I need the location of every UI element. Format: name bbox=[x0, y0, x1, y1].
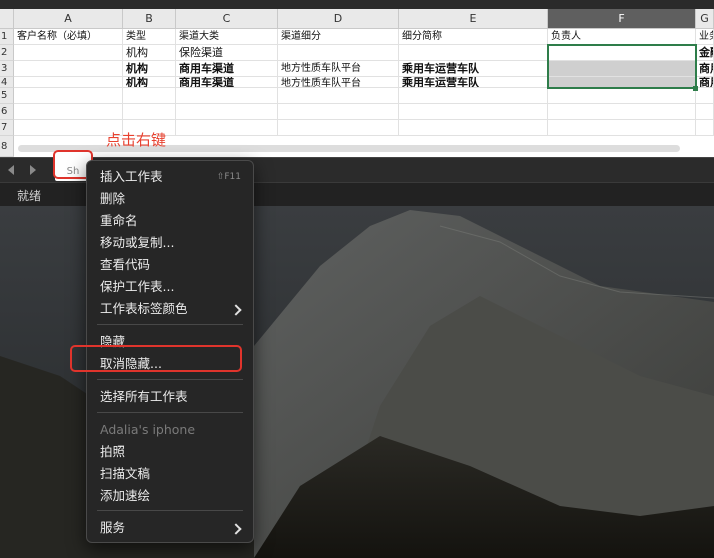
column-header-b[interactable]: B bbox=[123, 9, 176, 29]
cell-f1[interactable]: 负责人 bbox=[548, 29, 696, 45]
menu-item-label: 工作表标签颜色 bbox=[100, 301, 188, 316]
cell-a3[interactable] bbox=[14, 61, 123, 77]
cell-empty[interactable] bbox=[278, 88, 399, 104]
cell-b2[interactable]: 机构 bbox=[123, 45, 176, 61]
menu-item-take-photo[interactable]: 拍照 bbox=[87, 441, 253, 463]
menu-item-label: 服务 bbox=[100, 520, 126, 535]
cell-empty[interactable] bbox=[696, 104, 714, 120]
cell-a1[interactable]: 客户名称（必填） bbox=[14, 29, 123, 45]
row-header-2[interactable]: 2 bbox=[0, 45, 14, 61]
cell-g2[interactable]: 金融 bbox=[696, 45, 714, 61]
column-header-f[interactable]: F bbox=[548, 9, 696, 29]
cell-empty[interactable] bbox=[123, 88, 176, 104]
cell-empty[interactable] bbox=[548, 88, 696, 104]
row-header-3[interactable]: 3 bbox=[0, 61, 14, 77]
menu-item-label: 插入工作表 bbox=[100, 169, 163, 184]
menu-item-tab-color[interactable]: 工作表标签颜色 bbox=[87, 298, 253, 320]
cell-e2[interactable] bbox=[399, 45, 548, 61]
cell-e1[interactable]: 细分简称 bbox=[399, 29, 548, 45]
cell-empty[interactable] bbox=[696, 120, 714, 136]
menu-separator bbox=[97, 412, 243, 413]
highlight-box-unhide bbox=[70, 345, 242, 372]
cell-b4[interactable]: 机构 bbox=[123, 77, 176, 88]
window-top-strip bbox=[0, 0, 714, 9]
column-header-e[interactable]: E bbox=[399, 9, 548, 29]
cell-c1[interactable]: 渠道大类 bbox=[176, 29, 278, 45]
column-header-a[interactable]: A bbox=[14, 9, 123, 29]
cell-empty[interactable] bbox=[14, 88, 123, 104]
cell-empty[interactable] bbox=[176, 88, 278, 104]
cell-b3[interactable]: 机构 bbox=[123, 61, 176, 77]
cell-c4[interactable]: 商用车渠道 bbox=[176, 77, 278, 88]
cell-empty[interactable] bbox=[399, 120, 548, 136]
next-sheet-arrow-icon[interactable] bbox=[30, 165, 36, 175]
cell-g4[interactable]: 商用 bbox=[696, 77, 714, 88]
row-header-7[interactable]: 7 bbox=[0, 120, 14, 136]
cell-g3[interactable]: 商用 bbox=[696, 61, 714, 77]
cell-a4[interactable] bbox=[14, 77, 123, 88]
column-header-c[interactable]: C bbox=[176, 9, 278, 29]
status-ready-label: 就绪 bbox=[17, 189, 42, 203]
cell-e3[interactable]: 乘用车运营车队 bbox=[399, 61, 548, 77]
cell-f4[interactable] bbox=[548, 77, 696, 88]
row-header-5[interactable]: 5 bbox=[0, 88, 14, 104]
column-header-d[interactable]: D bbox=[278, 9, 399, 29]
menu-separator bbox=[97, 510, 243, 511]
row-header-4[interactable]: 4 bbox=[0, 77, 14, 88]
cell-empty[interactable] bbox=[696, 88, 714, 104]
cell-empty[interactable] bbox=[123, 104, 176, 120]
cell-f3[interactable] bbox=[548, 61, 696, 77]
menu-separator bbox=[97, 379, 243, 380]
cell-a2[interactable] bbox=[14, 45, 123, 61]
cell-f2[interactable] bbox=[548, 45, 696, 61]
spreadsheet-grid[interactable]: A B C D E F G 1 2 3 4 5 6 7 8 客户名称（必填） 类… bbox=[0, 9, 714, 157]
cell-e4[interactable]: 乘用车运营车队 bbox=[399, 77, 548, 88]
cell-d2[interactable] bbox=[278, 45, 399, 61]
cell-d3[interactable]: 地方性质车队平台 bbox=[278, 61, 399, 77]
menu-item-delete[interactable]: 删除 bbox=[87, 188, 253, 210]
cell-b1[interactable]: 类型 bbox=[123, 29, 176, 45]
cell-empty[interactable] bbox=[278, 104, 399, 120]
cell-c3[interactable]: 商用车渠道 bbox=[176, 61, 278, 77]
cell-c2[interactable]: 保险渠道 bbox=[176, 45, 278, 61]
previous-sheet-arrow-icon[interactable] bbox=[8, 165, 14, 175]
cell-empty[interactable] bbox=[548, 120, 696, 136]
annotation-right-click: 点击右键 bbox=[106, 131, 167, 149]
cell-empty[interactable] bbox=[14, 104, 123, 120]
menu-separator bbox=[97, 324, 243, 325]
menu-item-select-all-sheets[interactable]: 选择所有工作表 bbox=[87, 386, 253, 408]
select-all-corner[interactable] bbox=[0, 9, 14, 29]
menu-item-scan-documents[interactable]: 扫描文稿 bbox=[87, 463, 253, 485]
cell-empty[interactable] bbox=[176, 104, 278, 120]
cell-empty[interactable] bbox=[278, 120, 399, 136]
menu-item-services[interactable]: 服务 bbox=[87, 517, 253, 539]
cell-empty[interactable] bbox=[399, 88, 548, 104]
menu-header-device: Adalia's iphone bbox=[100, 422, 196, 437]
cell-d4[interactable]: 地方性质车队平台 bbox=[278, 77, 399, 88]
menu-item-rename[interactable]: 重命名 bbox=[87, 210, 253, 232]
column-header-g[interactable]: G bbox=[696, 9, 714, 29]
shortcut-label: ⇧F11 bbox=[216, 172, 241, 182]
chevron-right-icon bbox=[230, 523, 242, 535]
row-header-8[interactable]: 8 bbox=[0, 136, 14, 157]
cell-g1[interactable]: 业务 bbox=[696, 29, 714, 45]
chevron-right-icon bbox=[230, 304, 242, 316]
row-header-1[interactable]: 1 bbox=[0, 29, 14, 45]
menu-item-view-code[interactable]: 查看代码 bbox=[87, 254, 253, 276]
cell-d1[interactable]: 渠道细分 bbox=[278, 29, 399, 45]
menu-item-add-sketch[interactable]: 添加速绘 bbox=[87, 485, 253, 507]
cell-empty[interactable] bbox=[399, 104, 548, 120]
menu-item-insert-sheet[interactable]: 插入工作表 ⇧F11 bbox=[87, 166, 253, 188]
menu-item-protect-sheet[interactable]: 保护工作表... bbox=[87, 276, 253, 298]
cell-empty[interactable] bbox=[548, 104, 696, 120]
menu-item-move-copy[interactable]: 移动或复制... bbox=[87, 232, 253, 254]
cell-empty[interactable] bbox=[176, 120, 278, 136]
row-header-6[interactable]: 6 bbox=[0, 104, 14, 120]
fill-handle[interactable] bbox=[693, 86, 698, 91]
